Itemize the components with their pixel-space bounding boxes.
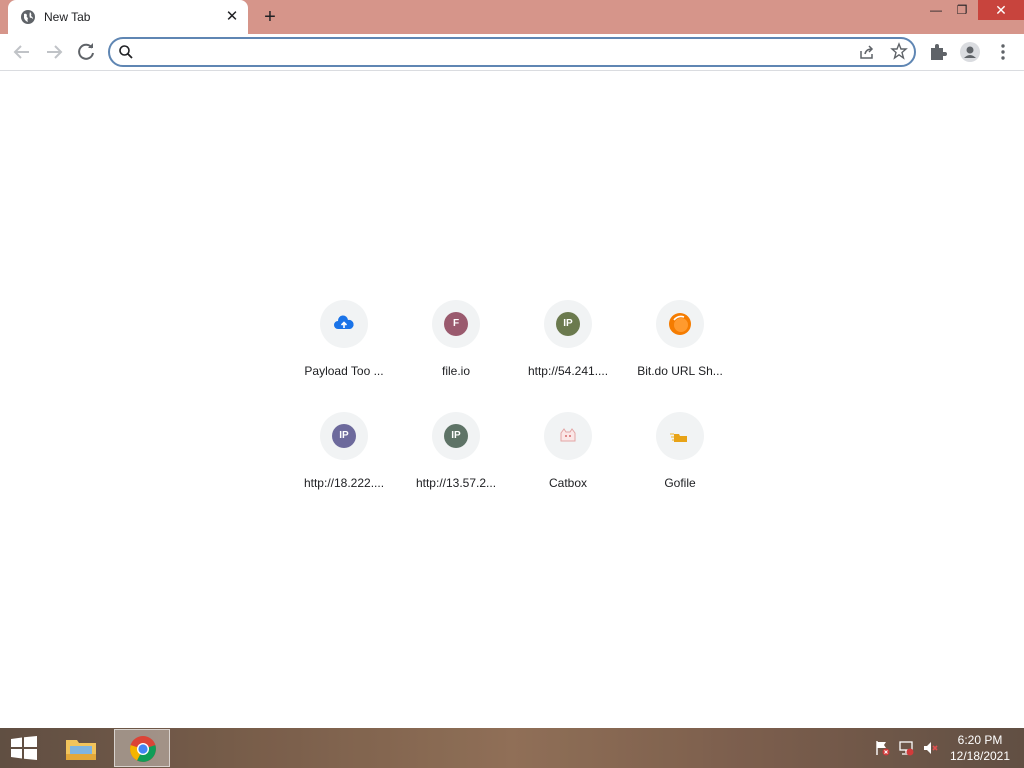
tab-new-tab[interactable]: New Tab ✕: [8, 0, 248, 34]
taskbar-clock[interactable]: 6:20 PM 12/18/2021: [944, 732, 1016, 764]
bookmark-star-icon[interactable]: [890, 42, 908, 60]
shortcut-label: Gofile: [664, 476, 696, 490]
shortcut-icon-background: F: [432, 300, 480, 348]
tab-close-button[interactable]: ✕: [222, 7, 242, 27]
shortcut-tile[interactable]: Payload Too ...: [288, 300, 400, 412]
new-tab-button[interactable]: +: [258, 5, 282, 29]
globe-icon: [21, 10, 35, 24]
shortcut-label: http://18.222....: [303, 476, 385, 490]
windows-start-icon[interactable]: [10, 736, 38, 760]
shortcut-label: Bit.do URL Sh...: [637, 364, 723, 378]
network-icon[interactable]: [898, 740, 914, 756]
windows-taskbar: 6:20 PM 12/18/2021: [0, 728, 1024, 768]
shortcut-label: file.io: [441, 364, 470, 378]
tab-title: New Tab: [44, 10, 91, 24]
shortcut-icon-background: [320, 300, 368, 348]
shortcut-icon-background: IP: [432, 412, 480, 460]
shortcut-label: Catbox: [548, 476, 588, 490]
clock-date: 12/18/2021: [949, 749, 1011, 763]
tab-strip: New Tab ✕ + — ❐ ✕: [0, 0, 1024, 34]
search-icon: [119, 45, 133, 59]
shortcut-tile[interactable]: IP http://18.222....: [288, 412, 400, 524]
ip-icon: IP: [332, 424, 356, 448]
shortcut-tile[interactable]: Catbox: [512, 412, 624, 524]
gofile-icon: [670, 433, 687, 442]
menu-kebab-icon[interactable]: [992, 41, 1014, 63]
taskbar-file-explorer[interactable]: [54, 729, 110, 767]
forward-icon[interactable]: [42, 40, 66, 64]
shortcut-icon-background: IP: [320, 412, 368, 460]
share-icon[interactable]: [858, 43, 876, 61]
catbox-icon: [560, 428, 576, 442]
minimize-button[interactable]: —: [922, 0, 950, 20]
profile-avatar-icon[interactable]: [959, 41, 981, 63]
shortcut-icon-background: [656, 412, 704, 460]
taskbar-chrome[interactable]: [114, 729, 170, 767]
shortcut-tile[interactable]: Bit.do URL Sh...: [624, 300, 736, 412]
close-window-button[interactable]: ✕: [978, 0, 1024, 20]
shortcut-icon-background: [544, 412, 592, 460]
shortcut-tile[interactable]: IP http://13.57.2...: [400, 412, 512, 524]
reload-icon[interactable]: [74, 40, 98, 64]
shortcut-tile[interactable]: Gofile: [624, 412, 736, 524]
volume-muted-icon[interactable]: [922, 740, 938, 756]
shortcut-tile[interactable]: IP http://54.241....: [512, 300, 624, 412]
orange-ball-icon: [669, 313, 691, 335]
shortcut-label: Payload Too ...: [304, 364, 384, 378]
ip-icon: IP: [444, 424, 468, 448]
chrome-icon: [130, 736, 156, 762]
shortcut-label: http://54.241....: [527, 364, 609, 378]
cloud-upload-icon: [334, 315, 354, 329]
extensions-puzzle-icon[interactable]: [927, 41, 949, 63]
file-explorer-icon: [66, 740, 96, 760]
letter-f-icon: F: [444, 312, 468, 336]
shortcut-label: http://13.57.2...: [415, 476, 497, 490]
action-center-flag-icon[interactable]: [874, 740, 890, 756]
shortcut-tile[interactable]: F file.io: [400, 300, 512, 412]
shortcut-icon-background: IP: [544, 300, 592, 348]
address-input[interactable]: [140, 42, 844, 64]
maximize-button[interactable]: ❐: [948, 0, 976, 20]
browser-toolbar: [0, 34, 1024, 71]
address-bar[interactable]: [108, 37, 916, 67]
shortcut-icon-background: [656, 300, 704, 348]
clock-time: 6:20 PM: [957, 733, 1003, 747]
ip-icon: IP: [556, 312, 580, 336]
back-icon[interactable]: [10, 40, 34, 64]
